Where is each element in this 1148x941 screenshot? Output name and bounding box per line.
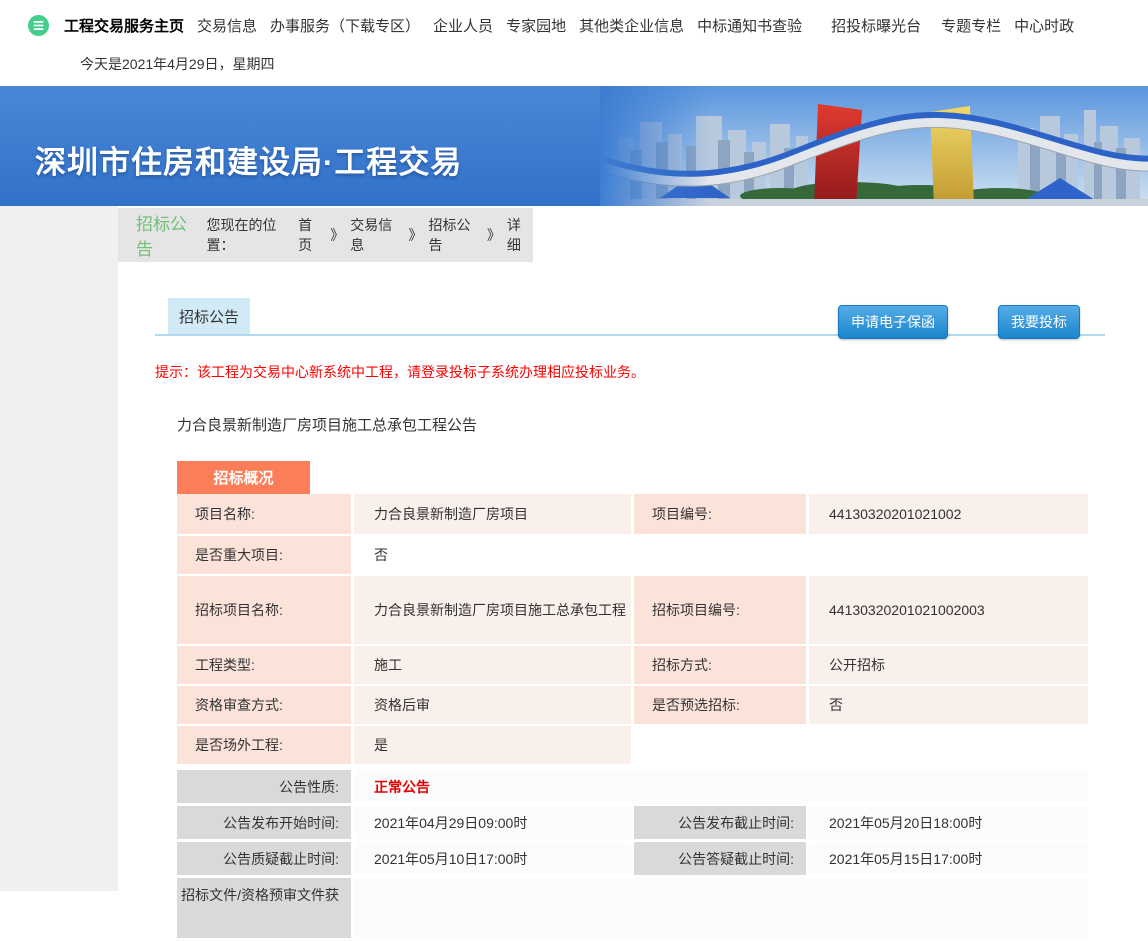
value-is-major-project: 否	[354, 536, 631, 574]
table-row: 工程类型: 施工 招标方式: 公开招标	[177, 646, 1088, 684]
label-reply-deadline: 公告答疑截止时间:	[634, 842, 806, 875]
nav-item-award-notice-check[interactable]: 中标通知书查验	[697, 15, 802, 36]
label-project-name: 项目名称:	[177, 494, 351, 534]
value-tender-project-number: 44130320201021002003	[809, 576, 1088, 644]
nav-item-center-politics[interactable]: 中心时政	[1014, 15, 1074, 36]
label-project-number: 项目编号:	[634, 494, 806, 534]
action-buttons: 申请电子保函 我要投标	[838, 305, 1080, 339]
label-tender-method: 招标方式:	[634, 646, 806, 684]
table-row: 公告性质: 正常公告	[177, 770, 1088, 803]
site-banner: 深圳市住房和建设局·工程交易	[0, 86, 1148, 206]
table-row: 项目名称: 力合良景新制造厂房项目 项目编号: 4413032020102100…	[177, 494, 1088, 534]
table-row: 招标文件/资格预审文件获	[177, 878, 1088, 938]
table-row: 招标项目名称: 力合良景新制造厂房项目施工总承包工程 招标项目编号: 44130…	[177, 576, 1088, 644]
cityscape-illustration	[600, 86, 1148, 206]
nav-item-other-enterprise-info[interactable]: 其他类企业信息	[579, 15, 684, 36]
label-tender-project-name: 招标项目名称:	[177, 576, 351, 644]
announcement-title: 力合良景新制造厂房项目施工总承包工程公告	[177, 414, 1148, 435]
value-publish-start-time: 2021年04月29日09:00时	[354, 806, 631, 839]
label-document-obtain-time: 招标文件/资格预审文件获	[177, 878, 351, 938]
value-tender-project-name: 力合良景新制造厂房项目施工总承包工程	[354, 576, 631, 644]
label-project-type: 工程类型:	[177, 646, 351, 684]
value-notice-nature: 正常公告	[354, 770, 1088, 803]
top-navigation: 工程交易服务主页 交易信息 办事服务（下载专区） 企业人员 专家园地 其他类企业…	[0, 0, 1148, 44]
nav-item-expert-garden[interactable]: 专家园地	[506, 15, 566, 36]
site-title: 深圳市住房和建设局·工程交易	[35, 137, 462, 182]
value-query-deadline: 2021年05月10日17:00时	[354, 842, 631, 875]
value-tender-method: 公开招标	[809, 646, 1088, 684]
section-header-tender-overview: 招标概况	[177, 461, 310, 494]
value-project-number: 44130320201021002	[809, 494, 1088, 534]
nav-item-bid-exposure[interactable]: 招投标曝光台	[831, 15, 921, 36]
value-is-offsite-project: 是	[354, 726, 631, 764]
value-project-type: 施工	[354, 646, 631, 684]
announcement-info-table: 公告性质: 正常公告 公告发布开始时间: 2021年04月29日09:00时 公…	[177, 770, 1088, 938]
nav-item-services-download[interactable]: 办事服务（下载专区）	[270, 15, 420, 36]
value-document-obtain-time	[354, 878, 1088, 938]
system-hint-text: 提示：该工程为交易中心新系统中工程，请登录投标子系统办理相应投标业务。	[155, 362, 1148, 382]
value-reply-deadline: 2021年05月15日17:00时	[809, 842, 1088, 875]
current-date-text: 今天是2021年4月29日，星期四	[0, 44, 1148, 86]
nav-item-special-column[interactable]: 专题专栏	[941, 15, 1001, 36]
table-row: 公告发布开始时间: 2021年04月29日09:00时 公告发布截止时间: 20…	[177, 806, 1088, 839]
value-publish-end-time: 2021年05月20日18:00时	[809, 806, 1088, 839]
table-row: 是否场外工程: 是	[177, 726, 1088, 764]
label-is-offsite-project: 是否场外工程:	[177, 726, 351, 764]
label-query-deadline: 公告质疑截止时间:	[177, 842, 351, 875]
label-is-major-project: 是否重大项目:	[177, 536, 351, 574]
table-row: 资格审查方式: 资格后审 是否预选招标: 否	[177, 686, 1088, 724]
menu-icon[interactable]	[28, 15, 49, 36]
main-content: 招标公告 申请电子保函 我要投标 提示：该工程为交易中心新系统中工程，请登录投标…	[118, 206, 1148, 941]
tender-overview-table: 项目名称: 力合良景新制造厂房项目 项目编号: 4413032020102100…	[177, 494, 1088, 764]
apply-e-guarantee-button[interactable]: 申请电子保函	[838, 305, 948, 339]
label-qualification-method: 资格审查方式:	[177, 686, 351, 724]
tab-bar: 招标公告 申请电子保函 我要投标	[155, 300, 1105, 336]
page-body: 招标公告 您现在的位置： 首页 》 交易信息 》 招标公告 》 详细 招标公告 …	[0, 206, 1148, 891]
label-publish-end-time: 公告发布截止时间:	[634, 806, 806, 839]
label-publish-start-time: 公告发布开始时间:	[177, 806, 351, 839]
value-qualification-method: 资格后审	[354, 686, 631, 724]
nav-item-trade-info[interactable]: 交易信息	[197, 15, 257, 36]
tab-bid-announcement[interactable]: 招标公告	[168, 298, 250, 334]
nav-item-enterprise-personnel[interactable]: 企业人员	[433, 15, 493, 36]
label-notice-nature: 公告性质:	[177, 770, 351, 803]
label-tender-project-number: 招标项目编号:	[634, 576, 806, 644]
i-want-to-bid-button[interactable]: 我要投标	[998, 305, 1080, 339]
table-row: 公告质疑截止时间: 2021年05月10日17:00时 公告答疑截止时间: 20…	[177, 842, 1088, 875]
value-is-preselect-tender: 否	[809, 686, 1088, 724]
value-project-name: 力合良景新制造厂房项目	[354, 494, 631, 534]
label-is-preselect-tender: 是否预选招标:	[634, 686, 806, 724]
nav-item-trade-home[interactable]: 工程交易服务主页	[64, 15, 184, 36]
left-rail	[0, 206, 118, 891]
table-row: 是否重大项目: 否	[177, 536, 1088, 574]
